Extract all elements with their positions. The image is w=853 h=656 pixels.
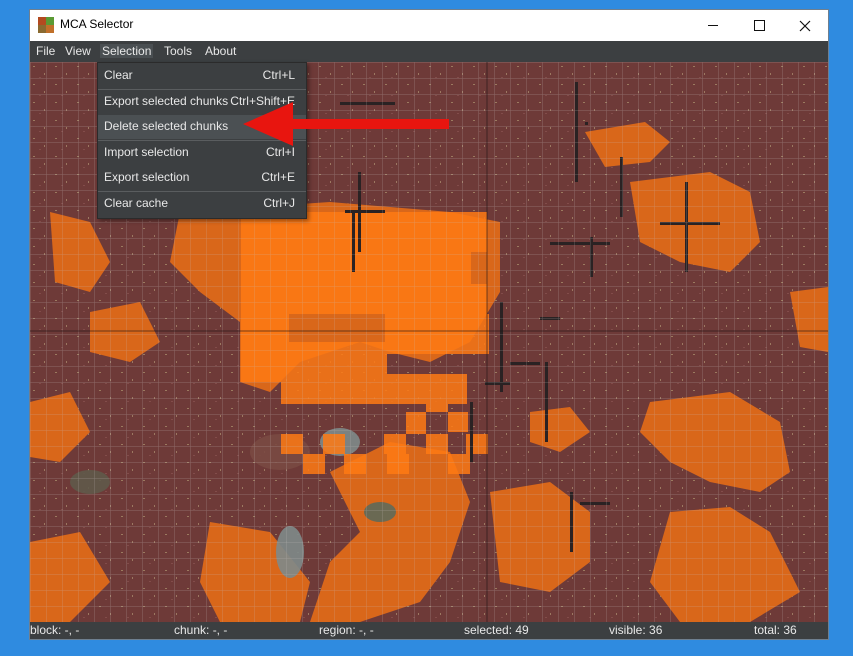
menu-item-label: Export selected chunks xyxy=(104,94,229,108)
menu-selection[interactable]: Selection xyxy=(100,44,154,58)
maximize-icon xyxy=(753,20,765,31)
menu-tools[interactable]: Tools xyxy=(162,44,194,58)
app-icon xyxy=(38,17,54,33)
menu-item-shortcut: Ctrl+L xyxy=(262,68,295,82)
menu-file[interactable]: File xyxy=(34,44,57,58)
minimize-button[interactable] xyxy=(690,10,736,41)
title-bar[interactable]: MCA Selector xyxy=(30,10,828,41)
menu-item-export-selection[interactable]: Export selection Ctrl+E xyxy=(98,166,306,190)
status-region: region: -, - xyxy=(319,623,374,637)
red-arrow-icon xyxy=(243,102,449,146)
status-total: total: 36 xyxy=(754,623,797,637)
menu-item-label: Clear xyxy=(104,68,133,82)
window-title: MCA Selector xyxy=(60,17,134,31)
app-window: MCA Selector File View Selection Tools A… xyxy=(29,9,829,640)
menu-item-label: Import selection xyxy=(104,145,189,159)
status-visible: visible: 36 xyxy=(609,623,663,637)
status-bar: block: -, - chunk: -, - region: -, - sel… xyxy=(30,622,828,639)
status-chunk: chunk: -, - xyxy=(174,623,228,637)
menu-view[interactable]: View xyxy=(63,44,93,58)
status-block: block: -, - xyxy=(30,623,80,637)
menu-item-label: Delete selected chunks xyxy=(104,119,229,133)
menu-item-clear-cache[interactable]: Clear cache Ctrl+J xyxy=(98,192,306,216)
menu-item-label: Clear cache xyxy=(104,196,169,210)
close-icon xyxy=(799,20,811,31)
menu-item-shortcut: Ctrl+J xyxy=(263,196,295,210)
menu-about[interactable]: About xyxy=(203,44,238,58)
menu-bar: File View Selection Tools About xyxy=(30,41,828,62)
minimize-icon xyxy=(708,25,718,26)
menu-item-label: Export selection xyxy=(104,170,190,184)
menu-item-shortcut: Ctrl+E xyxy=(261,170,295,184)
menu-item-clear[interactable]: Clear Ctrl+L xyxy=(98,64,306,88)
status-selected: selected: 49 xyxy=(464,623,529,637)
maximize-button[interactable] xyxy=(736,10,782,41)
close-button[interactable] xyxy=(782,10,828,41)
